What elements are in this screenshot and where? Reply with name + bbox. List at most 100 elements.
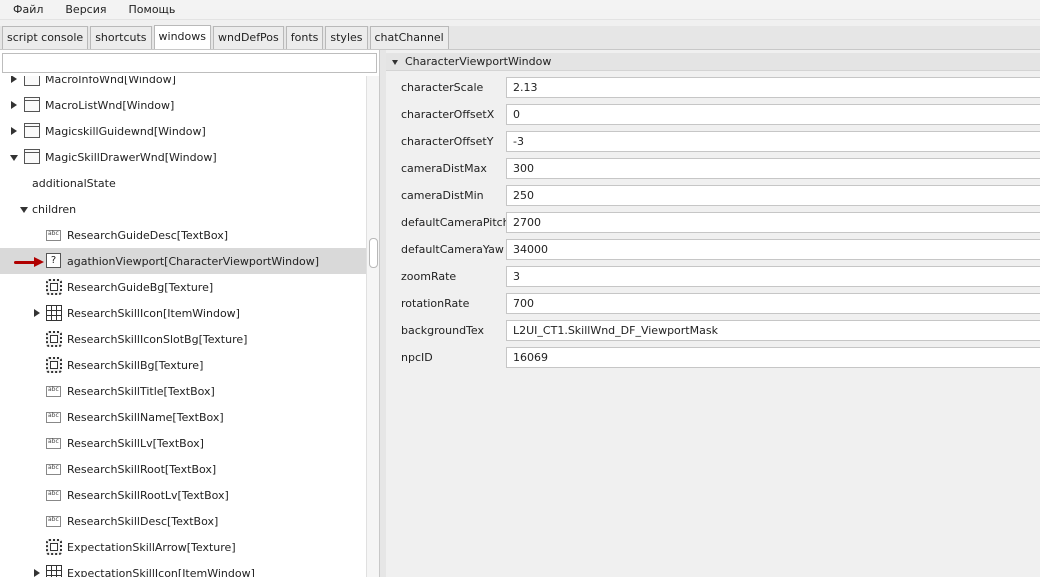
tab-shortcuts[interactable]: shortcuts <box>90 26 152 49</box>
property-value-field[interactable] <box>506 347 1040 368</box>
tree-row[interactable]: ExpectationSkillArrow[Texture] <box>0 534 366 560</box>
property-value-field[interactable] <box>506 158 1040 179</box>
tab-wnddefpos[interactable]: wndDefPos <box>213 26 284 49</box>
tree-row[interactable]: MagicSkillDrawerWnd[Window] <box>0 144 366 170</box>
tree-row[interactable]: ResearchSkillRootLv[TextBox] <box>0 482 366 508</box>
itemwindow-icon <box>46 305 62 321</box>
property-name: rotationRate <box>401 297 470 310</box>
tree-row[interactable]: ResearchSkillIcon[ItemWindow] <box>0 300 366 326</box>
tree-row-label: ResearchSkillDesc[TextBox] <box>67 514 219 528</box>
tree-row[interactable]: ResearchSkillBg[Texture] <box>0 352 366 378</box>
property-group-title: CharacterViewportWindow <box>405 55 552 68</box>
property-row: cameraDistMin <box>386 182 1040 209</box>
window-icon <box>24 149 40 164</box>
expand-arrow-icon[interactable] <box>10 76 18 83</box>
property-row: backgroundTex <box>386 317 1040 344</box>
property-name: cameraDistMax <box>401 162 487 175</box>
property-value-field[interactable] <box>506 266 1040 287</box>
tree-row-label: ResearchGuideBg[Texture] <box>67 280 214 294</box>
property-value-field[interactable] <box>506 320 1040 341</box>
tab-styles[interactable]: styles <box>325 26 368 49</box>
tab-windows[interactable]: windows <box>153 25 211 49</box>
tree-row-label: agathionViewport[CharacterViewportWindow… <box>67 254 320 268</box>
tree-scrollbar[interactable] <box>366 76 379 577</box>
expand-arrow-icon[interactable] <box>33 309 41 317</box>
tree-row[interactable]: ResearchGuideBg[Texture] <box>0 274 366 300</box>
tree-row[interactable]: additionalState <box>0 170 366 196</box>
tree-row-label: ResearchSkillBg[Texture] <box>67 358 204 372</box>
menu-file[interactable]: Файл <box>0 0 52 20</box>
tree-row-label: ResearchSkillLv[TextBox] <box>67 436 204 450</box>
texture-icon <box>46 539 62 555</box>
property-value-field[interactable] <box>506 104 1040 125</box>
property-row: defaultCameraPitch <box>386 209 1040 236</box>
tree-row[interactable]: ResearchSkillTitle[TextBox] <box>0 378 366 404</box>
property-row: characterOffsetX <box>386 101 1040 128</box>
chevron-down-icon <box>392 58 400 66</box>
textbox-icon <box>46 490 61 501</box>
window-icon <box>24 97 40 112</box>
textbox-icon <box>46 412 61 423</box>
property-row: characterScale <box>386 74 1040 101</box>
window-icon <box>24 76 40 86</box>
property-value-field[interactable] <box>506 212 1040 233</box>
property-value-field[interactable] <box>506 239 1040 260</box>
tree-row[interactable]: ResearchGuideDesc[TextBox] <box>0 222 366 248</box>
tree-row[interactable]: ResearchSkillRoot[TextBox] <box>0 456 366 482</box>
property-row: characterOffsetY <box>386 128 1040 155</box>
red-pointer-arrow-icon <box>14 257 44 267</box>
tree-row-label: MacroListWnd[Window] <box>45 98 175 112</box>
textbox-icon <box>46 464 61 475</box>
expand-arrow-icon[interactable] <box>10 101 18 109</box>
tab-chatchannel[interactable]: chatChannel <box>369 26 449 49</box>
property-name: defaultCameraPitch <box>401 216 510 229</box>
tree-row-label: ResearchSkillRoot[TextBox] <box>67 462 217 476</box>
menu-version[interactable]: Версия <box>52 0 115 20</box>
collapse-arrow-icon[interactable] <box>10 153 18 161</box>
property-name: zoomRate <box>401 270 457 283</box>
collapse-arrow-icon[interactable] <box>20 205 28 213</box>
expand-arrow-icon[interactable] <box>33 569 41 577</box>
tree-filter-input[interactable] <box>2 53 377 73</box>
tab-script-console[interactable]: script console <box>2 26 89 49</box>
window-tree-panel: MacroInfoWnd[Window] MacroListWnd[Window]… <box>0 50 380 577</box>
tree-row-label: ExpectationSkillIcon[ItemWindow] <box>67 566 255 577</box>
property-row: zoomRate <box>386 263 1040 290</box>
menu-help[interactable]: Помощь <box>116 0 185 20</box>
property-row: defaultCameraYaw <box>386 236 1040 263</box>
tree-row-label: ResearchSkillTitle[TextBox] <box>67 384 215 398</box>
tree-row[interactable]: ResearchSkillLv[TextBox] <box>0 430 366 456</box>
tree-row-label: MacroInfoWnd[Window] <box>45 76 176 86</box>
tree-row-label: additionalState <box>32 176 116 190</box>
expand-arrow-icon[interactable] <box>10 127 18 135</box>
textbox-icon <box>46 386 61 397</box>
tree-row[interactable]: ResearchSkillDesc[TextBox] <box>0 508 366 534</box>
tree-row[interactable]: ResearchSkillName[TextBox] <box>0 404 366 430</box>
tree-row[interactable]: MacroInfoWnd[Window] <box>0 76 366 92</box>
tree-scrollbar-thumb[interactable] <box>369 238 378 268</box>
property-group-header[interactable]: CharacterViewportWindow <box>386 53 1040 71</box>
property-row: cameraDistMax <box>386 155 1040 182</box>
property-panel: CharacterViewportWindow characterScale ch… <box>386 50 1040 577</box>
tree-row[interactable]: MacroListWnd[Window] <box>0 92 366 118</box>
property-value-field[interactable] <box>506 185 1040 206</box>
unknown-icon: ? <box>46 253 61 268</box>
tree-row-label: children <box>32 202 77 216</box>
tree-row-label: ResearchSkillName[TextBox] <box>67 410 224 424</box>
tab-bar: script console shortcuts windows wndDefP… <box>0 25 1040 50</box>
tree-row[interactable]: MagicskillGuidewnd[Window] <box>0 118 366 144</box>
window-tree: MacroInfoWnd[Window] MacroListWnd[Window]… <box>0 76 366 577</box>
property-name: characterOffsetX <box>401 108 495 121</box>
menu-bar: Файл Версия Помощь <box>0 0 1040 20</box>
tree-row[interactable]: ResearchSkillIconSlotBg[Texture] <box>0 326 366 352</box>
tab-fonts[interactable]: fonts <box>285 26 324 49</box>
property-value-field[interactable] <box>506 77 1040 98</box>
tree-row[interactable]: ExpectationSkillIcon[ItemWindow] <box>0 560 366 577</box>
property-value-field[interactable] <box>506 293 1040 314</box>
property-row: rotationRate <box>386 290 1040 317</box>
tree-row-selected[interactable]: ? agathionViewport[CharacterViewportWindo… <box>0 248 366 274</box>
textbox-icon <box>46 230 61 241</box>
tree-row[interactable]: children <box>0 196 366 222</box>
itemwindow-icon <box>46 565 62 577</box>
property-value-field[interactable] <box>506 131 1040 152</box>
